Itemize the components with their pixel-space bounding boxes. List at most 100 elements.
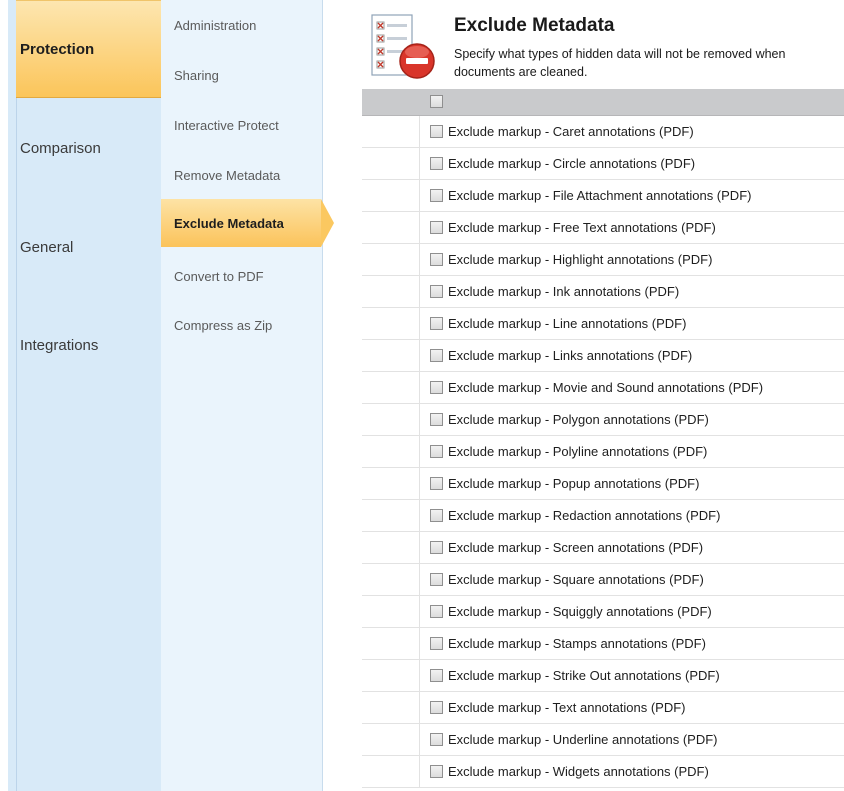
row-label: Exclude markup - Underline annotations (… <box>448 732 718 747</box>
subnav-item-administration[interactable]: Administration <box>161 10 323 40</box>
row-header-cell <box>362 596 420 628</box>
subnav-item-sharing[interactable]: Sharing <box>161 60 323 90</box>
table-row[interactable]: Exclude markup - Text annotations (PDF) <box>362 692 844 724</box>
table-row[interactable]: Exclude markup - Ink annotations (PDF) <box>362 276 844 308</box>
table-row[interactable]: Exclude markup - Links annotations (PDF) <box>362 340 844 372</box>
row-label: Exclude markup - Links annotations (PDF) <box>448 348 693 363</box>
row-label: Exclude markup - Ink annotations (PDF) <box>448 284 680 299</box>
row-checkbox[interactable] <box>430 221 443 234</box>
page-header: Exclude Metadata Specify what types of h… <box>363 0 844 88</box>
category-item-comparison[interactable]: Comparison <box>16 98 169 198</box>
row-checkbox[interactable] <box>430 509 443 522</box>
category-item-integrations[interactable]: Integrations <box>16 296 169 394</box>
grid-header <box>362 89 844 116</box>
row-label: Exclude markup - Squiggly annotations (P… <box>448 604 712 619</box>
row-checkbox[interactable] <box>430 573 443 586</box>
row-checkbox[interactable] <box>430 189 443 202</box>
row-header-cell <box>362 212 420 244</box>
category-item-general[interactable]: General <box>16 198 169 296</box>
row-checkbox[interactable] <box>430 669 443 682</box>
row-label: Exclude markup - Widgets annotations (PD… <box>448 764 709 779</box>
row-header-cell <box>362 308 420 340</box>
category-label: Integrations <box>20 336 99 354</box>
exclude-metadata-grid: Exclude markup - Caret annotations (PDF)… <box>362 89 844 791</box>
row-checkbox[interactable] <box>430 445 443 458</box>
row-header-cell <box>362 532 420 564</box>
row-checkbox[interactable] <box>430 541 443 554</box>
subnav-label: Compress as Zip <box>174 317 273 333</box>
row-checkbox[interactable] <box>430 605 443 618</box>
subnav-item-remove-metadata[interactable]: Remove Metadata <box>161 160 323 190</box>
row-header-cell <box>362 628 420 660</box>
table-row[interactable]: Exclude markup - Polyline annotations (P… <box>362 436 844 468</box>
selection-pointer <box>321 199 334 247</box>
row-checkbox[interactable] <box>430 317 443 330</box>
row-label: Exclude markup - Caret annotations (PDF) <box>448 124 694 139</box>
row-checkbox[interactable] <box>430 637 443 650</box>
row-header-cell <box>362 148 420 180</box>
category-label: Protection <box>20 40 95 58</box>
table-row[interactable]: Exclude markup - Highlight annotations (… <box>362 244 844 276</box>
table-row[interactable]: Exclude markup - Widgets annotations (PD… <box>362 756 844 788</box>
select-all-checkbox[interactable] <box>430 95 443 108</box>
row-label: Exclude markup - Polyline annotations (P… <box>448 444 708 459</box>
row-header-cell <box>362 468 420 500</box>
subnav-label: Convert to PDF <box>174 268 264 284</box>
page-description: Specify what types of hidden data will n… <box>454 45 844 81</box>
subnav-item-interactive-protect[interactable]: Interactive Protect <box>161 110 323 140</box>
row-label: Exclude markup - Line annotations (PDF) <box>448 316 687 331</box>
row-checkbox[interactable] <box>430 477 443 490</box>
table-row[interactable]: Exclude markup - Screen annotations (PDF… <box>362 532 844 564</box>
row-checkbox[interactable] <box>430 381 443 394</box>
row-header-cell <box>362 276 420 308</box>
row-header-cell <box>362 692 420 724</box>
row-label: Exclude markup - Circle annotations (PDF… <box>448 156 696 171</box>
row-label: Exclude markup - Highlight annotations (… <box>448 252 713 267</box>
row-checkbox[interactable] <box>430 733 443 746</box>
subnav-label: Interactive Protect <box>174 117 279 133</box>
row-checkbox[interactable] <box>430 253 443 266</box>
subnav-item-exclude-metadata[interactable]: Exclude Metadata <box>161 199 321 247</box>
table-row[interactable]: Exclude markup - Movie and Sound annotat… <box>362 372 844 404</box>
table-row[interactable]: Exclude markup - Strike Out annotations … <box>362 660 844 692</box>
subnav-label: Sharing <box>174 67 219 83</box>
table-row[interactable]: Exclude markup - Circle annotations (PDF… <box>362 148 844 180</box>
document-checklist-remove-icon <box>371 14 435 79</box>
subnav-label: Remove Metadata <box>174 167 281 183</box>
subnav-item-convert-to-pdf[interactable]: Convert to PDF <box>161 261 323 291</box>
page-description-line: documents are cleaned. <box>454 65 588 79</box>
row-header-cell <box>362 180 420 212</box>
page-title: Exclude Metadata <box>454 15 615 36</box>
table-row[interactable]: Exclude markup - Stamps annotations (PDF… <box>362 628 844 660</box>
table-row[interactable]: Exclude markup - Line annotations (PDF) <box>362 308 844 340</box>
table-row[interactable]: Exclude markup - Polygon annotations (PD… <box>362 404 844 436</box>
row-header-cell <box>362 436 420 468</box>
row-header-cell <box>362 660 420 692</box>
table-row[interactable]: Exclude markup - Squiggly annotations (P… <box>362 596 844 628</box>
row-label: Exclude markup - Polygon annotations (PD… <box>448 412 709 427</box>
row-checkbox[interactable] <box>430 765 443 778</box>
table-row[interactable]: Exclude markup - Caret annotations (PDF) <box>362 116 844 148</box>
row-checkbox[interactable] <box>430 157 443 170</box>
table-row[interactable]: Exclude markup - Popup annotations (PDF) <box>362 468 844 500</box>
row-header-cell <box>362 116 420 148</box>
row-label: Exclude markup - Strike Out annotations … <box>448 668 720 683</box>
category-label: Comparison <box>20 139 101 157</box>
subnav-item-compress-as-zip[interactable]: Compress as Zip <box>161 310 323 340</box>
row-header-cell <box>362 340 420 372</box>
table-row[interactable]: Exclude markup - Square annotations (PDF… <box>362 564 844 596</box>
row-checkbox[interactable] <box>430 413 443 426</box>
row-checkbox[interactable] <box>430 701 443 714</box>
table-row[interactable]: Exclude markup - File Attachment annotat… <box>362 180 844 212</box>
category-label: General <box>20 238 74 256</box>
row-checkbox[interactable] <box>430 285 443 298</box>
row-checkbox[interactable] <box>430 125 443 138</box>
table-row[interactable]: Exclude markup - Free Text annotations (… <box>362 212 844 244</box>
table-row[interactable]: Exclude markup - Underline annotations (… <box>362 724 844 756</box>
row-label: Exclude markup - Free Text annotations (… <box>448 220 716 235</box>
row-label: Exclude markup - Stamps annotations (PDF… <box>448 636 706 651</box>
table-row[interactable]: Exclude markup - Redaction annotations (… <box>362 500 844 532</box>
row-label: Exclude markup - File Attachment annotat… <box>448 188 752 203</box>
row-checkbox[interactable] <box>430 349 443 362</box>
category-item-protection[interactable]: Protection <box>16 0 169 98</box>
